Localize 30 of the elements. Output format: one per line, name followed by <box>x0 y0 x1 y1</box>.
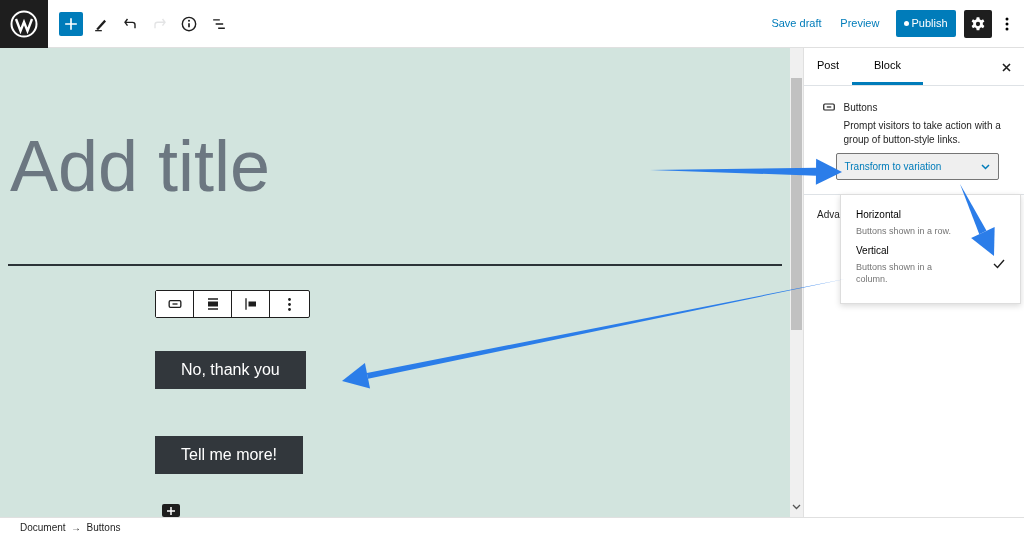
chevron-down-icon <box>792 503 801 510</box>
publish-button[interactable]: Publish <box>895 10 956 37</box>
annotation-arrow <box>960 184 995 256</box>
sidebar-tab[interactable]: Block <box>852 48 923 85</box>
scrollbar[interactable] <box>790 48 803 517</box>
gear-icon <box>969 15 986 32</box>
breadcrumb-link[interactable]: Document <box>20 520 66 535</box>
block-description: Prompt visitors to take action with a group of button-style links. <box>843 119 1002 147</box>
more-icon <box>1004 16 1009 31</box>
chevron-down-icon <box>980 164 990 171</box>
plus-icon <box>166 505 176 516</box>
dot-icon <box>903 21 909 26</box>
close-icon <box>1002 63 1011 72</box>
buttons-button[interactable] <box>156 291 194 318</box>
variation-option[interactable]: Horizontal Buttons shown in a row. <box>856 207 1005 237</box>
block-name: Buttons <box>843 101 879 115</box>
more-icon <box>287 297 291 311</box>
sidebar-tab[interactable]: Post <box>804 48 852 85</box>
toolbar-link[interactable]: Save draft <box>763 11 830 36</box>
content-button[interactable]: Tell me more! <box>155 436 304 475</box>
checkmark-icon <box>993 259 1005 270</box>
settings-button[interactable] <box>963 9 992 38</box>
variation-select[interactable]: Transform to variation <box>835 153 999 180</box>
add-block-button[interactable] <box>59 11 83 36</box>
breadcrumb-link[interactable]: Buttons <box>86 520 121 535</box>
inserter-button[interactable] <box>162 504 180 517</box>
content-button[interactable]: No, thank you <box>155 351 306 390</box>
toolbar-link[interactable]: Preview <box>832 11 888 36</box>
separator-arrow: → <box>71 521 82 535</box>
logo-icon[interactable] <box>10 9 38 38</box>
